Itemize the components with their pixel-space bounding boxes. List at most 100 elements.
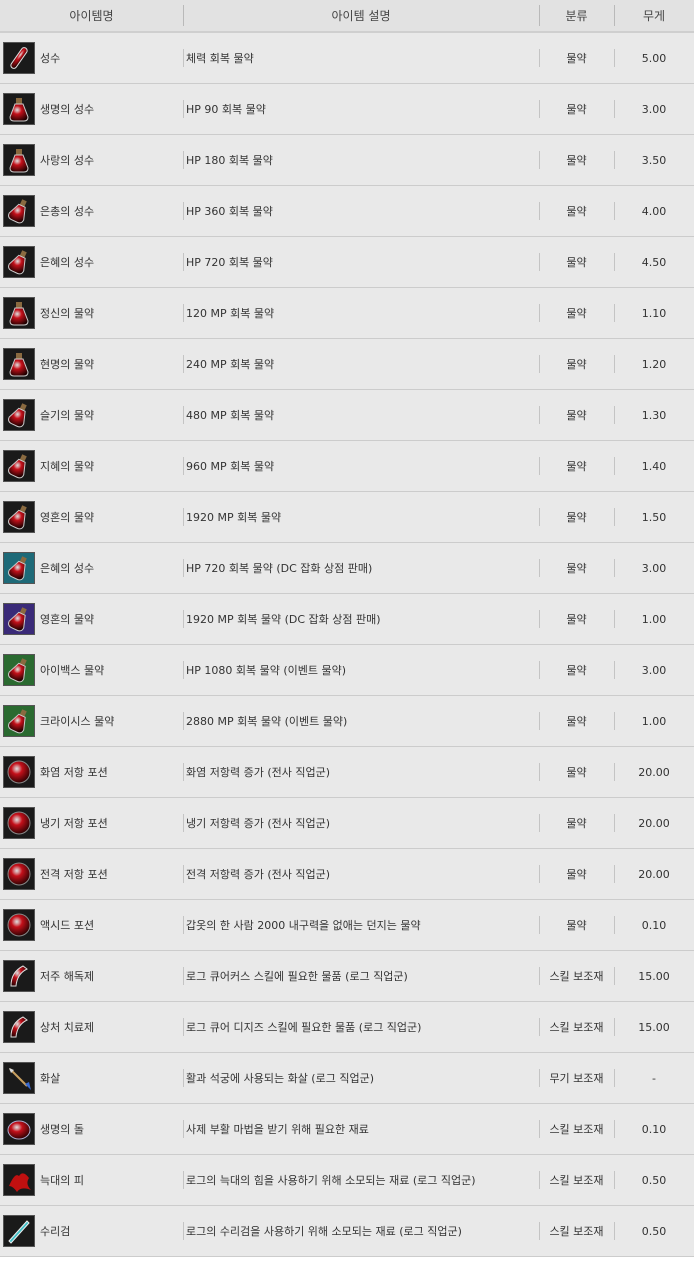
item-name-cell: 전격 저항 포션 bbox=[0, 849, 183, 899]
item-description: HP 360 회복 물약 bbox=[183, 186, 539, 236]
item-description: HP 1080 회복 물약 (이벤트 물약) bbox=[183, 645, 539, 695]
item-weight-text: 1.00 bbox=[641, 714, 667, 728]
item-weight-text: 0.50 bbox=[641, 1224, 667, 1238]
item-name: 전격 저항 포션 bbox=[40, 868, 108, 881]
item-weight: 20.00 bbox=[614, 747, 694, 797]
item-description-text: 전격 저항력 증가 (전사 직업군) bbox=[186, 868, 331, 881]
item-category-text: 물약 bbox=[566, 613, 587, 626]
item-description: 화염 저항력 증가 (전사 직업군) bbox=[183, 747, 539, 797]
item-name: 저주 해독제 bbox=[40, 970, 95, 983]
item-category-text: 물약 bbox=[566, 154, 587, 167]
item-description-text: 로그의 수리검을 사용하기 위해 소모되는 재료 (로그 직업군) bbox=[186, 1225, 462, 1238]
item-name: 지혜의 물약 bbox=[40, 460, 95, 473]
item-weight-text: 0.10 bbox=[641, 1122, 667, 1136]
item-name: 은총의 성수 bbox=[40, 205, 95, 218]
item-weight: 1.00 bbox=[614, 696, 694, 746]
item-weight: 3.00 bbox=[614, 84, 694, 134]
item-category-text: 물약 bbox=[566, 52, 587, 65]
table-row: 은혜의 성수 HP 720 회복 물약 (DC 잡화 상점 판매) 물약 3.00 bbox=[0, 543, 694, 594]
item-weight: 0.50 bbox=[614, 1206, 694, 1256]
item-weight: 0.10 bbox=[614, 900, 694, 950]
item-category-text: 물약 bbox=[566, 358, 587, 371]
item-name-cell: 은총의 성수 bbox=[0, 186, 183, 236]
item-name-cell: 아이백스 물약 bbox=[0, 645, 183, 695]
item-category-text: 물약 bbox=[566, 766, 587, 779]
item-category: 물약 bbox=[539, 798, 614, 848]
table-row: 크라이시스 물약 2880 MP 회복 물약 (이벤트 물약) 물약 1.00 bbox=[0, 696, 694, 747]
item-weight: 1.00 bbox=[614, 594, 694, 644]
table-row: 생명의 성수 HP 90 회복 물약 물약 3.00 bbox=[0, 84, 694, 135]
item-category: 물약 bbox=[539, 747, 614, 797]
item-name-cell: 은혜의 성수 bbox=[0, 237, 183, 287]
table-row: 성수 체력 회복 물약 물약 5.00 bbox=[0, 33, 694, 84]
item-description: 사제 부활 마법을 받기 위해 필요한 재료 bbox=[183, 1104, 539, 1154]
item-category: 물약 bbox=[539, 441, 614, 491]
item-category-text: 물약 bbox=[566, 103, 587, 116]
item-weight-text: 4.00 bbox=[641, 204, 667, 218]
table-row: 지혜의 물약 960 MP 회복 물약 물약 1.40 bbox=[0, 441, 694, 492]
item-name-cell: 상처 치료제 bbox=[0, 1002, 183, 1052]
red-potion-icon bbox=[3, 195, 35, 227]
item-weight: 1.40 bbox=[614, 441, 694, 491]
item-name-cell: 영혼의 물약 bbox=[0, 594, 183, 644]
item-name: 생명의 성수 bbox=[40, 103, 95, 116]
item-weight-text: 1.20 bbox=[641, 357, 667, 371]
table-row: 전격 저항 포션 전격 저항력 증가 (전사 직업군) 물약 20.00 bbox=[0, 849, 694, 900]
red-potion-icon bbox=[3, 246, 35, 278]
item-name-cell: 성수 bbox=[0, 33, 183, 83]
table-row: 화살 활과 석궁에 사용되는 화살 (로그 직업군) 무기 보조재 - bbox=[0, 1053, 694, 1104]
item-category-text: 물약 bbox=[566, 715, 587, 728]
item-category: 물약 bbox=[539, 849, 614, 899]
item-name: 상처 치료제 bbox=[40, 1021, 95, 1034]
item-name: 화살 bbox=[40, 1072, 61, 1085]
item-name: 화염 저항 포션 bbox=[40, 766, 108, 779]
item-category-text: 물약 bbox=[566, 919, 587, 932]
item-category: 물약 bbox=[539, 543, 614, 593]
shuriken-icon bbox=[3, 1215, 35, 1247]
acid-orb-icon bbox=[3, 909, 35, 941]
item-name: 수리검 bbox=[40, 1225, 71, 1238]
item-name-cell: 슬기의 물약 bbox=[0, 390, 183, 440]
item-description-text: 갑옷의 한 사람 2000 내구력을 없애는 던지는 물약 bbox=[186, 919, 421, 932]
item-weight-text: 20.00 bbox=[638, 816, 670, 830]
item-description-text: 냉기 저항력 증가 (전사 직업군) bbox=[186, 817, 331, 830]
item-name: 냉기 저항 포션 bbox=[40, 817, 108, 830]
table-row: 저주 해독제 로그 큐어커스 스킬에 필요한 물품 (로그 직업군) 스킬 보조재 1… bbox=[0, 951, 694, 1002]
item-name-cell: 현명의 물약 bbox=[0, 339, 183, 389]
item-weight-text: - bbox=[652, 1071, 656, 1085]
blue-potion-icon bbox=[3, 348, 35, 380]
item-description: HP 720 회복 물약 bbox=[183, 237, 539, 287]
item-weight: 15.00 bbox=[614, 1002, 694, 1052]
lightning-orb-icon bbox=[3, 858, 35, 890]
item-name-cell: 생명의 돌 bbox=[0, 1104, 183, 1154]
table-row: 현명의 물약 240 MP 회복 물약 물약 1.20 bbox=[0, 339, 694, 390]
item-category: 물약 bbox=[539, 135, 614, 185]
item-weight: 1.10 bbox=[614, 288, 694, 338]
item-name-cell: 크라이시스 물약 bbox=[0, 696, 183, 746]
item-weight: 20.00 bbox=[614, 798, 694, 848]
arrow-icon bbox=[3, 1062, 35, 1094]
item-description-text: 활과 석궁에 사용되는 화살 (로그 직업군) bbox=[186, 1072, 374, 1085]
item-description-text: 960 MP 회복 물약 bbox=[186, 460, 275, 473]
item-description-text: 로그의 늑대의 힘을 사용하기 위해 소모되는 재료 (로그 직업군) bbox=[186, 1174, 476, 1187]
item-weight-text: 0.50 bbox=[641, 1173, 667, 1187]
item-weight-text: 1.30 bbox=[641, 408, 667, 422]
item-description-text: 로그 큐어커스 스킬에 필요한 물품 (로그 직업군) bbox=[186, 970, 408, 983]
header-weight: 무게 bbox=[614, 0, 694, 31]
item-weight: 15.00 bbox=[614, 951, 694, 1001]
item-weight-text: 15.00 bbox=[638, 969, 670, 983]
blue-potion-icon bbox=[3, 501, 35, 533]
item-category: 스킬 보조재 bbox=[539, 951, 614, 1001]
item-description-text: 화염 저항력 증가 (전사 직업군) bbox=[186, 766, 331, 779]
item-name: 슬기의 물약 bbox=[40, 409, 95, 422]
item-name: 액시드 포션 bbox=[40, 919, 95, 932]
item-weight: 3.50 bbox=[614, 135, 694, 185]
item-description: 240 MP 회복 물약 bbox=[183, 339, 539, 389]
item-weight: 3.00 bbox=[614, 645, 694, 695]
item-name-cell: 은혜의 성수 bbox=[0, 543, 183, 593]
blue-potion-icon bbox=[3, 450, 35, 482]
item-description: HP 90 회복 물약 bbox=[183, 84, 539, 134]
item-weight: 0.50 bbox=[614, 1155, 694, 1205]
item-description-text: 사제 부활 마법을 받기 위해 필요한 재료 bbox=[186, 1123, 369, 1136]
item-category-text: 물약 bbox=[566, 409, 587, 422]
